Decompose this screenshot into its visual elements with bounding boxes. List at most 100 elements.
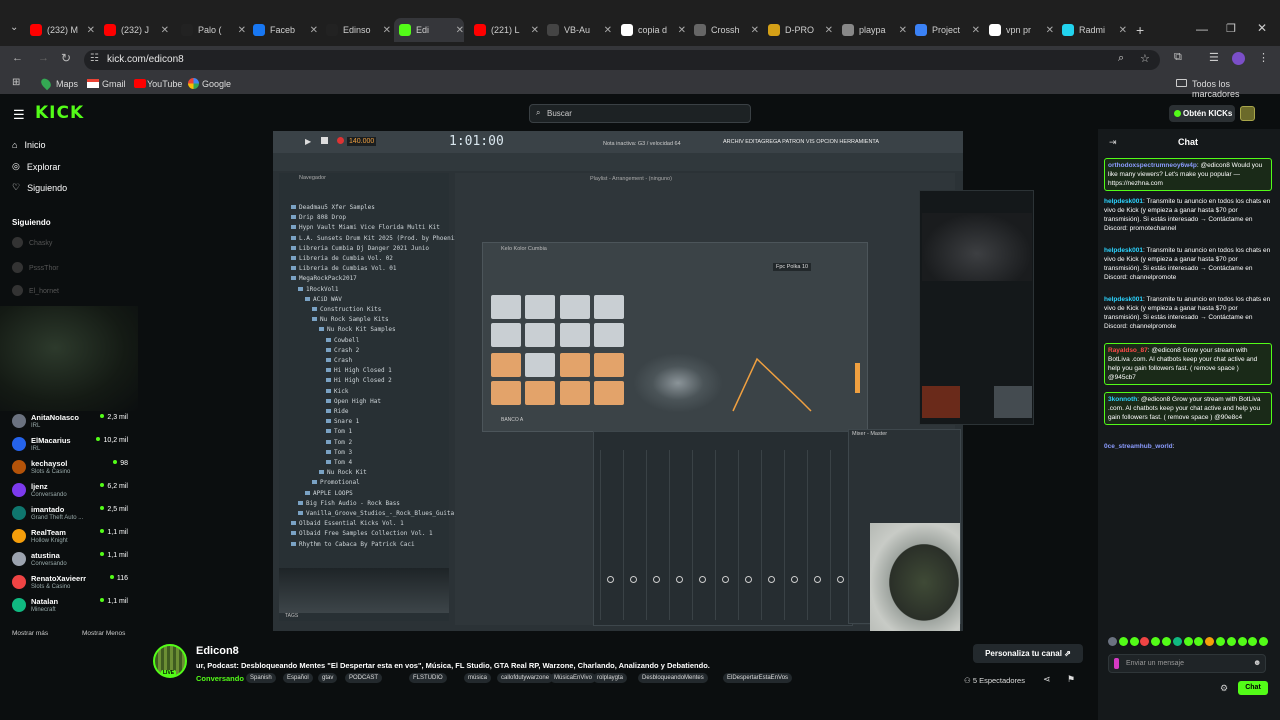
fader-knob[interactable] bbox=[814, 576, 821, 583]
offline-channel[interactable]: El_hornet bbox=[12, 285, 59, 296]
drum-pad[interactable] bbox=[491, 323, 521, 347]
emote-icon[interactable] bbox=[1226, 637, 1236, 646]
sidebar-channel[interactable]: atustina Conversando 1,1 mil bbox=[12, 550, 132, 572]
show-more-button[interactable]: Mostrar más bbox=[12, 630, 48, 637]
play-button[interactable]: ▶ bbox=[305, 137, 311, 146]
fader-knob[interactable] bbox=[745, 576, 752, 583]
smiley-icon[interactable]: ☻ bbox=[1253, 658, 1261, 667]
chat-send-button[interactable]: Chat bbox=[1238, 681, 1268, 695]
fl-browser-item[interactable]: Deadmau5 Xfer Samples bbox=[291, 204, 375, 211]
share-icon[interactable]: ⋖ bbox=[1043, 674, 1051, 685]
fl-browser-item[interactable]: Cowbell bbox=[326, 337, 359, 344]
close-tab-icon[interactable]: ✕ bbox=[751, 25, 759, 36]
chat-username[interactable]: helpdesk001 bbox=[1104, 247, 1143, 254]
close-tab-icon[interactable]: ✕ bbox=[531, 25, 539, 36]
mixer-strip[interactable] bbox=[738, 450, 758, 620]
profile-avatar[interactable] bbox=[1232, 52, 1245, 65]
get-kicks-button[interactable]: Obtén KICKs bbox=[1169, 105, 1235, 122]
user-avatar[interactable] bbox=[1240, 106, 1255, 121]
kick-logo[interactable]: KICK bbox=[35, 103, 84, 123]
sidebar-channel[interactable]: imantado Grand Theft Auto ... 2,5 mil bbox=[12, 504, 132, 526]
bookmark-maps[interactable]: Maps bbox=[56, 79, 78, 89]
close-tab-icon[interactable]: ✕ bbox=[1046, 25, 1054, 36]
drum-pad[interactable] bbox=[594, 295, 624, 319]
fl-browser-item[interactable]: Libreria de Cumbias Vol. 01 bbox=[291, 265, 397, 272]
report-icon[interactable]: ⚑ bbox=[1067, 674, 1075, 685]
chat-username[interactable]: helpdesk001 bbox=[1104, 198, 1143, 205]
fl-browser-item[interactable]: Olbaid Essential Kicks Vol. 1 bbox=[291, 520, 404, 527]
mixer-strip[interactable] bbox=[715, 450, 735, 620]
nav-explore[interactable]: ◎ Explorar bbox=[12, 161, 60, 172]
fl-browser-item[interactable]: Olbaid Free Samples Collection Vol. 1 bbox=[291, 530, 433, 537]
chat-settings-icon[interactable]: ⚙ bbox=[1220, 683, 1228, 694]
stream-tag[interactable]: DesbloqueandoMentes bbox=[638, 673, 708, 683]
new-tab-button[interactable]: + bbox=[1136, 22, 1144, 38]
sidebar-channel[interactable]: ElMacarius IRL 10,2 mil bbox=[12, 435, 132, 457]
sidebar-channel[interactable]: ljenz Conversando 6,2 mil bbox=[12, 481, 132, 503]
fl-browser-item[interactable]: Tom 4 bbox=[326, 459, 352, 466]
search-input[interactable]: ⌕ Buscar bbox=[529, 104, 751, 123]
emote-icon[interactable] bbox=[1216, 637, 1225, 646]
bookmark-star-icon[interactable]: ☆ bbox=[1140, 52, 1150, 65]
drum-pad[interactable] bbox=[594, 381, 624, 405]
fl-browser-item[interactable]: Tom 2 bbox=[326, 439, 352, 446]
browser-tab[interactable]: D-PRO ✕ bbox=[763, 18, 833, 42]
drum-pad[interactable] bbox=[525, 381, 555, 405]
drum-pad[interactable] bbox=[594, 323, 624, 347]
stream-tag[interactable]: FLSTUDIO bbox=[409, 673, 447, 683]
drum-pad[interactable] bbox=[491, 381, 521, 405]
fader-knob[interactable] bbox=[607, 576, 614, 583]
close-tab-icon[interactable]: ✕ bbox=[678, 25, 686, 36]
browser-menu-icon[interactable]: ⋮ bbox=[1258, 51, 1269, 64]
chat-username[interactable]: 3konnoth bbox=[1108, 396, 1137, 403]
tempo-display[interactable]: 140.000 bbox=[347, 137, 377, 146]
stream-tag[interactable]: MúsicaEnVivo bbox=[550, 673, 596, 683]
fader-knob[interactable] bbox=[653, 576, 660, 583]
fl-browser-item[interactable]: Drip 808 Drop bbox=[291, 214, 346, 221]
fl-browser-item[interactable]: Crash 2 bbox=[326, 347, 359, 354]
menu-icon[interactable]: ☰ bbox=[13, 107, 25, 123]
fl-browser-item[interactable]: Nu Rock Kit Samples bbox=[319, 326, 396, 333]
browser-tab[interactable]: vpn pr ✕ bbox=[984, 18, 1054, 42]
close-tab-icon[interactable]: ✕ bbox=[604, 25, 612, 36]
fl-browser-item[interactable]: Rhythm to Cabaca By Patrick Caci bbox=[291, 541, 415, 548]
forward-button[interactable]: → bbox=[38, 52, 49, 64]
mixer-strip[interactable] bbox=[669, 450, 689, 620]
collapse-chat-icon[interactable]: ⇥ bbox=[1109, 137, 1117, 148]
browser-tab[interactable]: Faceb ✕ bbox=[248, 18, 318, 42]
fl-browser-item[interactable]: Snare 1 bbox=[326, 418, 359, 425]
mixer-strip[interactable] bbox=[600, 450, 620, 620]
browser-tab[interactable]: VB-Au ✕ bbox=[542, 18, 612, 42]
offline-channel[interactable]: PsssThor bbox=[12, 262, 59, 273]
close-tab-icon[interactable]: ✕ bbox=[238, 25, 246, 36]
back-button[interactable]: ← bbox=[12, 52, 23, 64]
fl-browser-item[interactable]: Hi High Closed 1 bbox=[326, 367, 392, 374]
chat-input[interactable]: Enviar un mensaje ☻ bbox=[1108, 654, 1266, 673]
close-tab-icon[interactable]: ✕ bbox=[456, 25, 464, 36]
fl-browser-item[interactable]: Tom 1 bbox=[326, 428, 352, 435]
drum-pad[interactable] bbox=[560, 381, 590, 405]
emote-icon[interactable] bbox=[1172, 637, 1182, 646]
chat-username[interactable]: 0ce_streamhub_world bbox=[1104, 443, 1173, 450]
fl-browser-item[interactable]: Vanilla_Groove_Studios_-_Rock_Blues_Guit… bbox=[298, 510, 479, 517]
fl-browser-item[interactable]: Crash bbox=[326, 357, 352, 364]
emoji-picker-icon[interactable] bbox=[1114, 658, 1119, 669]
browser-tab[interactable]: Edinso ✕ bbox=[321, 18, 391, 42]
fader-knob[interactable] bbox=[699, 576, 706, 583]
emote-icon[interactable] bbox=[1259, 637, 1269, 646]
fl-browser-item[interactable]: Libreria de Cumbia Vol. 02 bbox=[291, 255, 393, 262]
sidebar-channel[interactable]: RealTeam Hollow Knight 1,1 mil bbox=[12, 527, 132, 549]
drum-pad[interactable] bbox=[525, 353, 555, 377]
close-tab-icon[interactable]: ✕ bbox=[1119, 25, 1127, 36]
fl-browser-item[interactable]: MegaRockPack2017 bbox=[291, 275, 357, 282]
drum-pad[interactable] bbox=[491, 295, 521, 319]
browser-tab[interactable]: copia d ✕ bbox=[616, 18, 686, 42]
browser-tab[interactable]: (221) L ✕ bbox=[469, 18, 539, 42]
stream-tag[interactable]: Spanish bbox=[246, 673, 276, 683]
emote-icon[interactable] bbox=[1248, 637, 1258, 646]
tab-search-button[interactable]: ⌄ bbox=[10, 22, 18, 33]
fader-knob[interactable] bbox=[791, 576, 798, 583]
fl-browser-item[interactable]: APPLE LOOPS bbox=[305, 490, 353, 497]
emote-icon[interactable] bbox=[1205, 637, 1215, 646]
close-tab-icon[interactable]: ✕ bbox=[161, 25, 169, 36]
